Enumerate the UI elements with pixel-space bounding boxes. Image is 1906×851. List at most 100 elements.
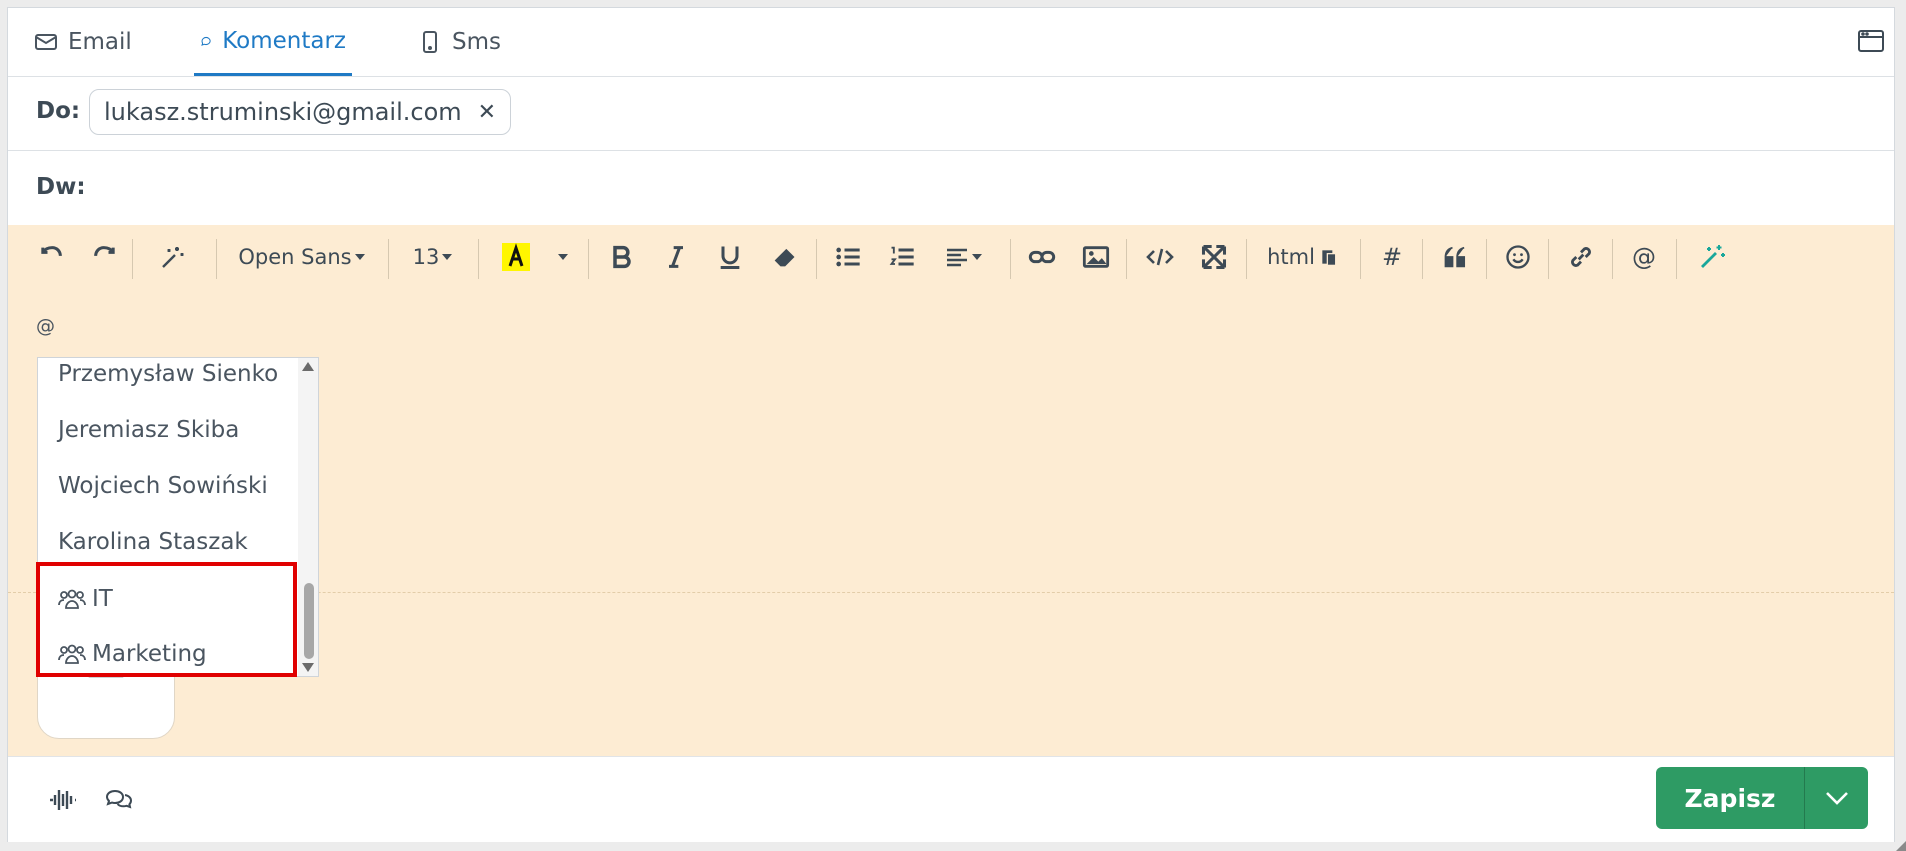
toolbar-separator — [1126, 239, 1127, 279]
envelope-icon — [35, 34, 57, 50]
caret-down-icon — [558, 254, 568, 260]
italic-button[interactable] — [658, 239, 694, 275]
text-color-icon — [502, 243, 530, 271]
caret-down-icon — [442, 254, 453, 260]
save-button[interactable]: Zapisz — [1656, 767, 1805, 829]
mention-user-item[interactable]: Jeremiasz Skiba — [38, 402, 296, 458]
mention-user-item[interactable]: Wojciech Sowiński — [38, 458, 296, 514]
quote-icon — [1444, 246, 1466, 268]
font-size-select[interactable]: 13 — [410, 239, 456, 275]
mention-button[interactable]: @ — [1626, 239, 1662, 275]
mention-user-label: Wojciech Sowiński — [58, 473, 268, 499]
resize-handle[interactable] — [1896, 841, 1906, 851]
numbered-list-button[interactable] — [884, 239, 920, 275]
redo-button[interactable] — [86, 239, 124, 275]
to-label: Do: — [36, 98, 81, 124]
toolbar-separator — [816, 239, 817, 279]
paste-html-button[interactable]: html — [1262, 239, 1344, 275]
caret-down-icon — [354, 254, 365, 260]
footer-bar: Zapisz — [8, 756, 1894, 842]
scroll-thumb[interactable] — [304, 583, 314, 659]
font-family-select[interactable]: Open Sans — [236, 239, 368, 275]
dropdown-scrollbar[interactable] — [298, 358, 318, 676]
hashtag-button[interactable]: # — [1376, 239, 1408, 275]
save-options-button[interactable] — [1805, 767, 1868, 829]
window-icon[interactable] — [1858, 30, 1884, 52]
bold-button[interactable] — [604, 239, 640, 275]
text-color-dropdown[interactable] — [552, 239, 574, 275]
ai-magic-button[interactable] — [1694, 239, 1730, 275]
blockquote-button[interactable] — [1438, 239, 1474, 275]
redo-icon — [94, 246, 115, 256]
text-color-button[interactable] — [498, 239, 534, 275]
editor-toolbar: Open Sans 13 html # @ — [8, 225, 1894, 289]
mention-group-item[interactable]: Marketing — [38, 626, 296, 676]
magic-wand-icon — [162, 247, 184, 268]
tab-komentarz[interactable]: Komentarz — [194, 8, 352, 76]
tab-email[interactable]: Email — [34, 8, 132, 76]
users-group-icon — [58, 644, 86, 664]
mention-group-label: Marketing — [92, 641, 207, 667]
conversation-icon[interactable] — [104, 785, 134, 815]
toolbar-separator — [1422, 239, 1423, 279]
save-button-group: Zapisz — [1656, 767, 1868, 829]
insert-image-button[interactable] — [1078, 239, 1114, 275]
recipient-email: lukasz.struminski@gmail.com — [104, 98, 462, 126]
recipient-chip[interactable]: lukasz.struminski@gmail.com ✕ — [89, 89, 512, 135]
scroll-up-arrow[interactable] — [302, 362, 314, 371]
cc-row[interactable]: Dw: — [8, 150, 1894, 226]
scroll-down-arrow[interactable] — [302, 663, 314, 672]
toolbar-separator — [1612, 239, 1613, 279]
magic-format-button[interactable] — [148, 239, 198, 275]
chat-bubble-icon — [201, 36, 211, 46]
chain-link-button[interactable] — [1564, 239, 1598, 275]
toolbar-separator — [388, 239, 389, 279]
audio-wave-icon[interactable] — [48, 785, 78, 815]
bold-icon — [613, 245, 631, 269]
toolbar-separator — [216, 239, 217, 279]
tab-sms[interactable]: Sms — [418, 8, 501, 76]
italic-icon — [669, 246, 683, 268]
fullscreen-button[interactable] — [1196, 239, 1232, 275]
editor-area[interactable]: Open Sans 13 html # @ @ Przemysław Sienk… — [8, 225, 1894, 756]
align-select[interactable] — [942, 239, 986, 275]
tab-bar: Email Komentarz Sms — [8, 8, 1894, 77]
code-icon — [1146, 248, 1174, 266]
smile-icon — [1506, 245, 1530, 269]
emoji-button[interactable] — [1502, 239, 1534, 275]
mention-user-item[interactable]: Przemysław Sienko — [38, 358, 296, 402]
chevron-down-icon — [1825, 792, 1848, 805]
clear-format-button[interactable] — [766, 239, 802, 275]
tab-komentarz-label: Komentarz — [222, 27, 346, 54]
tab-email-label: Email — [68, 29, 132, 55]
underline-button[interactable] — [712, 239, 748, 275]
align-icon — [947, 248, 967, 267]
toolbar-separator — [1010, 239, 1011, 279]
underline-icon — [720, 246, 740, 270]
bullet-list-icon — [836, 247, 860, 267]
users-group-icon — [58, 589, 86, 609]
insert-link-button[interactable] — [1024, 239, 1060, 275]
font-family-value: Open Sans — [238, 245, 352, 269]
mention-dropdown[interactable]: Przemysław Sienko Jeremiasz Skiba Wojcie… — [37, 357, 319, 677]
mention-user-item[interactable]: Karolina Staszak — [38, 514, 296, 570]
mention-group-item[interactable]: IT — [38, 571, 296, 627]
mention-user-label: Karolina Staszak — [58, 529, 248, 555]
numbered-list-icon — [889, 246, 914, 266]
toolbar-separator — [588, 239, 589, 279]
toolbar-separator — [478, 239, 479, 279]
code-view-button[interactable] — [1140, 239, 1180, 275]
font-size-value: 13 — [412, 245, 440, 269]
mention-user-label: Przemysław Sienko — [58, 361, 279, 387]
editor-content[interactable]: @ — [36, 315, 55, 337]
toolbar-separator — [1548, 239, 1549, 279]
toolbar-separator — [1360, 239, 1361, 279]
hash-label: # — [1381, 243, 1403, 271]
eraser-icon — [774, 248, 795, 267]
undo-button[interactable] — [32, 239, 70, 275]
to-row: Do: lukasz.struminski@gmail.com ✕ — [8, 76, 1894, 151]
tab-sms-label: Sms — [452, 29, 501, 55]
remove-recipient-button[interactable]: ✕ — [478, 100, 496, 125]
html-label: html — [1267, 245, 1315, 269]
bullet-list-button[interactable] — [830, 239, 866, 275]
